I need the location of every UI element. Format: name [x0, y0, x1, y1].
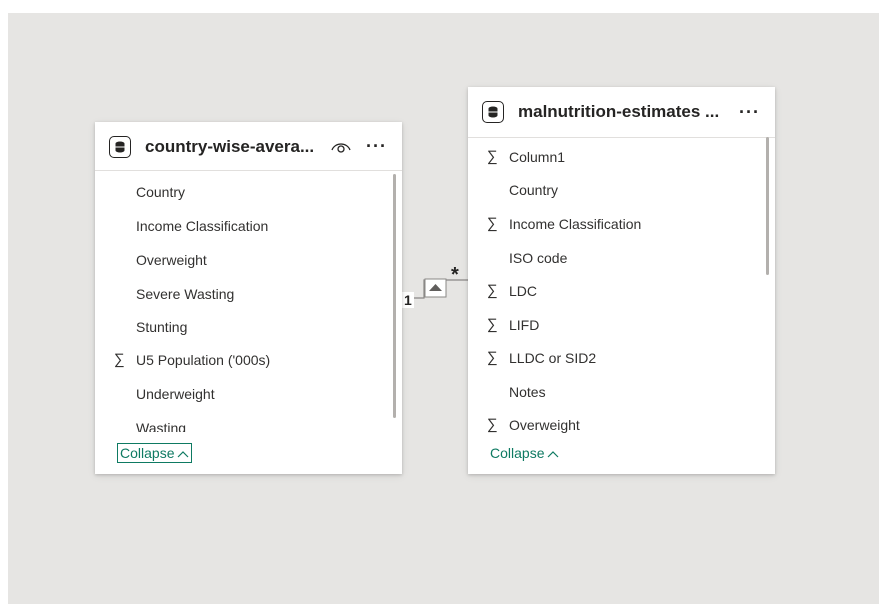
scrollbar[interactable]	[766, 137, 769, 275]
field-label: Income Classification	[136, 218, 269, 234]
field-overweight[interactable]: Overweight	[95, 244, 388, 277]
field-column1[interactable]: ∑ Column1	[468, 141, 761, 174]
field-label: Overweight	[136, 252, 207, 268]
field-label: U5 Population ('000s)	[136, 352, 271, 368]
sigma-icon: ∑	[487, 282, 498, 299]
hidden-eye-icon[interactable]	[330, 139, 352, 155]
field-overweight[interactable]: ∑ Overweight	[468, 409, 761, 434]
field-country[interactable]: Country	[95, 176, 388, 209]
chevron-up-icon	[177, 447, 189, 461]
sigma-icon: ∑	[487, 416, 498, 433]
field-notes[interactable]: Notes	[468, 376, 761, 409]
collapse-button[interactable]: Collapse	[117, 443, 193, 463]
sigma-icon: ∑	[487, 316, 498, 333]
sigma-icon: ∑	[487, 148, 498, 165]
field-ldc[interactable]: ∑ LDC	[468, 275, 761, 308]
field-income-classification[interactable]: ∑ Income Classification	[468, 208, 761, 241]
field-label: LDC	[509, 283, 538, 299]
field-label: Column1	[509, 149, 566, 165]
cardinality-one-label: 1	[402, 292, 414, 308]
chevron-up-icon	[547, 447, 559, 461]
field-label: Income Classification	[509, 216, 642, 232]
more-options-icon[interactable]: ···	[366, 137, 387, 155]
field-stunting[interactable]: Stunting	[95, 311, 388, 344]
field-label: Country	[509, 182, 559, 198]
collapse-button[interactable]: Collapse	[488, 444, 561, 462]
field-severe-wasting[interactable]: Severe Wasting	[95, 278, 388, 311]
field-list[interactable]: Country Income Classification Overweight…	[95, 176, 402, 432]
database-icon	[109, 136, 131, 158]
field-label: Stunting	[136, 319, 188, 335]
table-card-country-wise[interactable]: country-wise-avera... ··· Country Income…	[95, 122, 402, 474]
table-card-header[interactable]: country-wise-avera... ···	[95, 122, 402, 171]
table-title: country-wise-avera...	[145, 137, 315, 156]
collapse-label: Collapse	[120, 445, 175, 461]
field-wasting[interactable]: Wasting	[95, 412, 388, 432]
field-country[interactable]: Country	[468, 174, 761, 207]
field-lifd[interactable]: ∑ LIFD	[468, 309, 761, 342]
field-lldc-or-sid2[interactable]: ∑ LLDC or SID2	[468, 342, 761, 375]
field-label: ISO code	[509, 250, 568, 266]
field-u5-population[interactable]: ∑ U5 Population ('000s)	[95, 344, 388, 377]
database-icon	[482, 101, 504, 123]
field-label: Notes	[509, 384, 546, 400]
table-title: malnutrition-estimates ...	[518, 102, 720, 121]
field-income-classification[interactable]: Income Classification	[95, 210, 388, 243]
table-card-malnutrition-estimates[interactable]: malnutrition-estimates ... ··· ∑ Column1…	[468, 87, 775, 474]
scrollbar[interactable]	[393, 174, 396, 418]
field-label: Country	[136, 184, 186, 200]
field-label: LIFD	[509, 317, 540, 333]
field-label: Wasting	[136, 420, 187, 432]
field-underweight[interactable]: Underweight	[95, 378, 388, 411]
sigma-icon: ∑	[114, 351, 125, 368]
sigma-icon: ∑	[487, 215, 498, 232]
table-card-header[interactable]: malnutrition-estimates ... ···	[468, 87, 775, 138]
field-label: Overweight	[509, 417, 580, 433]
more-options-icon[interactable]: ···	[739, 103, 760, 121]
collapse-label: Collapse	[490, 445, 545, 461]
sigma-icon: ∑	[487, 349, 498, 366]
field-list[interactable]: ∑ Column1 Country ∑ Income Classificatio…	[468, 141, 775, 434]
cardinality-many-label: *	[451, 264, 459, 286]
field-label: Underweight	[136, 386, 215, 402]
field-label: LLDC or SID2	[509, 350, 597, 366]
field-iso-code[interactable]: ISO code	[468, 242, 761, 275]
field-label: Severe Wasting	[136, 286, 235, 302]
